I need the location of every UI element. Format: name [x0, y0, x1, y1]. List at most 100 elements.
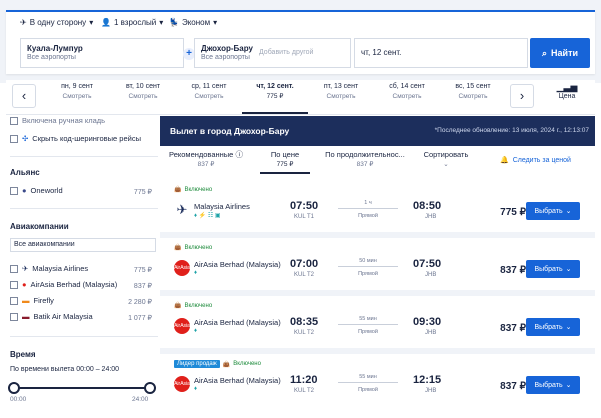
stops: Прямой: [358, 271, 378, 277]
price-chart-button[interactable]: ▁▃▅ Цена: [542, 82, 592, 112]
oneworld-icon: ●: [22, 186, 27, 195]
checkbox[interactable]: [10, 186, 18, 195]
arrival-airport: JHB: [425, 388, 437, 394]
departure-time: 08:35: [290, 316, 319, 328]
sort-bar: Рекомендованные ⓘ 837 ₽ По цене 775 ₽ По…: [160, 146, 595, 181]
search-icon: ⌕: [541, 47, 548, 58]
date-cell[interactable]: пт, 13 сент Смотреть: [308, 82, 374, 112]
to-field[interactable]: Джохор-Бару Все аэропорты Добавить друго…: [194, 38, 351, 68]
person-icon: 👤: [101, 18, 111, 27]
amenities-icons: ♦ ⚡ ☷ ▣: [194, 213, 221, 219]
route-line: [338, 208, 398, 209]
route-line: [338, 324, 398, 325]
sort-recommended[interactable]: Рекомендованные ⓘ 837 ₽: [166, 150, 246, 170]
filter-airline[interactable]: ✈ Malaysia Airlines: [10, 264, 88, 273]
airline-name: AirAsia Berhad (Malaysia): [194, 318, 281, 327]
flight-card[interactable]: Лидер продаж 👜 Включено AirAsia AirAsia Be…: [160, 354, 595, 406]
date-carousel: ‹ пн, 9 сент Смотреть вт, 10 сент Смотреть…: [6, 80, 595, 115]
baggage-badge: 👜 Включено: [174, 302, 213, 310]
chevron-down-icon: ⌄: [565, 382, 572, 389]
bag-icon: 👜: [222, 361, 231, 368]
date-field[interactable]: чт, 12 сент.: [354, 38, 528, 68]
checkbox[interactable]: [10, 116, 18, 125]
prev-dates-button[interactable]: ‹: [12, 84, 36, 108]
airline-name: Malaysia Airlines: [194, 202, 250, 211]
date-cell[interactable]: сб, 14 сент Смотреть: [374, 82, 440, 112]
airasia-logo-icon: AirAsia: [174, 318, 190, 334]
duration: 55 мин: [359, 374, 377, 380]
checkbox[interactable]: [10, 264, 18, 273]
sort-by-duration[interactable]: По продолжительнос... 837 ₽: [320, 150, 410, 170]
duration: 50 мин: [359, 258, 377, 264]
filter-airline[interactable]: ▬ Batik Air Malaysia: [10, 312, 93, 321]
flight-price: 837 ₽: [500, 323, 526, 334]
trip-type-dropdown[interactable]: ✈ В одну сторону ▾: [20, 18, 93, 27]
select-flight-button[interactable]: Выбрать ⌄: [526, 260, 580, 278]
add-other-destination[interactable]: Добавить другой: [259, 44, 313, 62]
departure-time: 07:00: [290, 258, 319, 270]
cabin-dropdown[interactable]: 💺 Эконом ▾: [169, 18, 217, 27]
airline-price: 2 280 ₽: [128, 299, 152, 306]
airline-name: AirAsia Berhad (Malaysia): [194, 376, 281, 385]
passengers-dropdown[interactable]: 👤 1 взрослый ▾: [101, 18, 163, 27]
time-heading: Время: [10, 350, 36, 359]
time-slider-track[interactable]: [14, 387, 148, 389]
sort-dropdown[interactable]: Сортировать ⌄: [418, 150, 474, 170]
departure-airport: KUL T2: [294, 272, 315, 278]
from-field[interactable]: Куала-Лумпур Все аэропорты: [20, 38, 184, 68]
filter-hide-codeshare[interactable]: ✣ Скрыть код-шеринговые рейсы: [10, 134, 141, 143]
select-flight-button[interactable]: Выбрать ⌄: [526, 202, 580, 220]
batik-air-logo-icon: ▬: [22, 312, 30, 321]
amenities-icons: ♦: [194, 270, 198, 276]
date-cell[interactable]: вт, 10 сент Смотреть: [110, 82, 176, 112]
all-airlines-select[interactable]: Все авиакомпании: [10, 238, 156, 252]
chevron-down-icon: ⌄: [565, 208, 572, 215]
flight-card[interactable]: 👜 Включено ✈ Malaysia Airlines ♦ ⚡ ☷ ▣ 07…: [160, 180, 595, 238]
time-slider-max-handle[interactable]: [144, 382, 156, 394]
arrival-airport: JHB: [425, 330, 437, 336]
last-updated: *Последнее обновление: 13 июля, 2024 г.,…: [434, 127, 589, 134]
alliance-price: 775 ₽: [133, 189, 152, 196]
checkbox[interactable]: [10, 312, 18, 321]
flight-card[interactable]: 👜 Включено AirAsia AirAsia Berhad (Malays…: [160, 238, 595, 296]
slider-max-label: 24:00: [132, 396, 149, 403]
chevron-down-icon: ⌄: [443, 161, 449, 168]
divider: [10, 208, 158, 209]
select-flight-button[interactable]: Выбрать ⌄: [526, 318, 580, 336]
flight-price: 837 ₽: [500, 265, 526, 276]
select-flight-button[interactable]: Выбрать ⌄: [526, 376, 580, 394]
checkbox[interactable]: [10, 296, 18, 305]
bag-icon: 👜: [174, 187, 182, 193]
checkbox[interactable]: [10, 134, 18, 143]
codeshare-icon: ✣: [22, 134, 29, 143]
time-slider-min-handle[interactable]: [8, 382, 20, 394]
airline-price: 775 ₽: [133, 267, 152, 274]
arrival-airport: JHB: [425, 272, 437, 278]
filter-airline[interactable]: ● AirAsia Berhad (Malaysia): [10, 280, 117, 289]
airasia-logo-icon: AirAsia: [174, 376, 190, 392]
baggage-badge: Лидер продаж 👜 Включено: [174, 360, 261, 368]
malaysia-airlines-logo-icon: ✈: [174, 202, 190, 218]
chevron-down-icon: ▾: [159, 18, 164, 27]
filter-alliance-oneworld[interactable]: ● Oneworld: [10, 186, 63, 195]
malaysia-airlines-logo-icon: ✈: [22, 264, 29, 273]
date-cell-selected[interactable]: чт, 12 сент. 775 ₽: [242, 82, 308, 114]
duration: 1 ч: [364, 200, 372, 206]
flight-price: 837 ₽: [500, 381, 526, 392]
date-cell[interactable]: пн, 9 сент Смотреть: [44, 82, 110, 112]
checkbox[interactable]: [10, 280, 18, 289]
filter-airline[interactable]: ▬ Firefly: [10, 296, 54, 305]
next-dates-button[interactable]: ›: [510, 84, 534, 108]
baggage-badge: 👜 Включено: [174, 186, 213, 194]
divider: [10, 156, 158, 157]
airasia-logo-icon: ●: [22, 280, 27, 289]
search-button[interactable]: ⌕ Найти: [530, 38, 590, 68]
departure-airport: KUL T2: [294, 330, 315, 336]
filter-hand-bag[interactable]: Включена ручная кладь: [10, 116, 105, 125]
flight-card[interactable]: 👜 Включено AirAsia AirAsia Berhad (Malays…: [160, 296, 595, 354]
date-cell[interactable]: ср, 11 сент Смотреть: [176, 82, 242, 112]
sort-by-price[interactable]: По цене 775 ₽: [260, 150, 310, 174]
results-header: Вылет в город Джохор-Бару *Последнее обн…: [160, 116, 595, 146]
date-cell[interactable]: вс, 15 сент Смотреть: [440, 82, 506, 112]
track-price-button[interactable]: 🔔 Следить за ценой: [500, 156, 571, 165]
